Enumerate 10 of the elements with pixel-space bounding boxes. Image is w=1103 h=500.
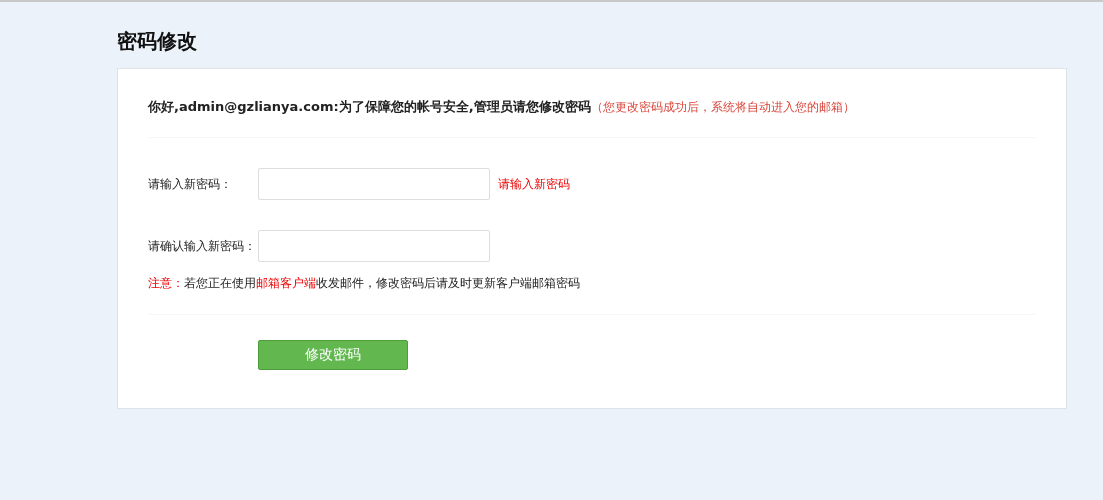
hint-text: （您更改密码成功后，系统将自动进入您的邮箱） [590, 99, 855, 116]
error-text: 请输入新密码 [498, 175, 570, 193]
page-title: 密码修改 [117, 28, 198, 55]
password-field[interactable] [258, 167, 490, 200]
field-label: 请输入新密码： [148, 175, 233, 193]
field-label: 请确认输入新密码： [148, 237, 257, 255]
note-text: 注意：若您正在使用邮箱客户端收发邮件，修改密码后请及时更新客户端邮箱密码 [148, 274, 581, 292]
password-field[interactable] [258, 229, 490, 262]
greeting-text: 你好,admin@gzlianya.com:为了保障您的帐号安全,管理员请您修改密码 [148, 98, 591, 116]
submit-button[interactable]: 修改密码 [258, 339, 408, 370]
